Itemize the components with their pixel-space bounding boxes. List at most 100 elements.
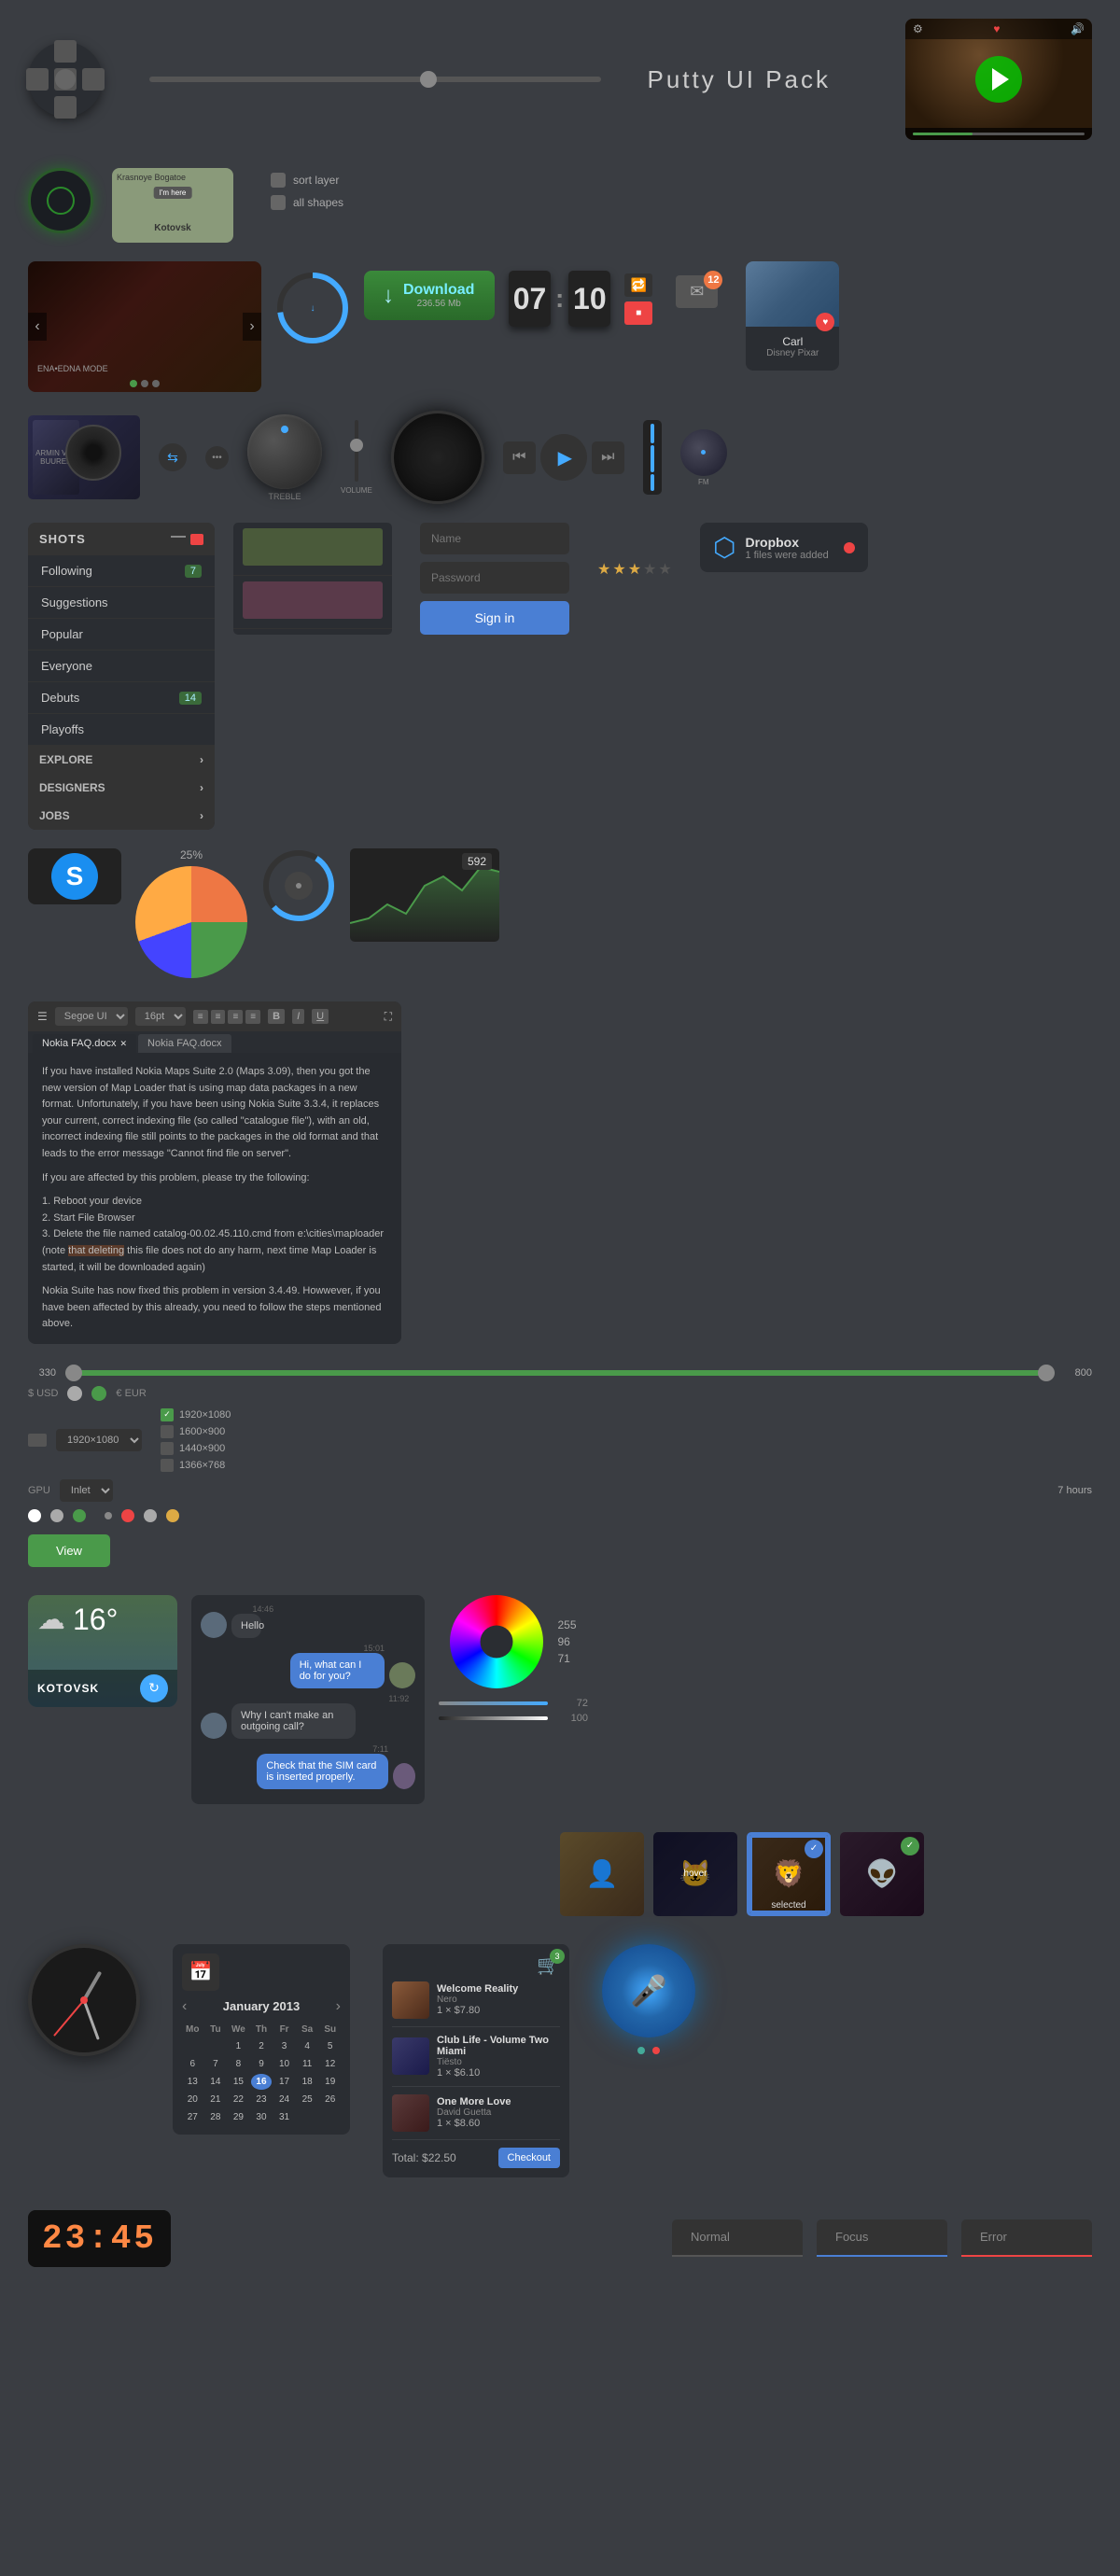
cal-day-11[interactable]: 11 — [297, 2056, 318, 2072]
sidebar-item-suggestions[interactable]: Suggestions — [28, 587, 215, 619]
checkbox-1366[interactable] — [161, 1459, 174, 1472]
star-2[interactable]: ★ — [612, 560, 625, 579]
checkbox-1440[interactable] — [161, 1442, 174, 1455]
video-play-button[interactable] — [975, 56, 1022, 103]
dropbox-close-btn[interactable] — [844, 542, 855, 553]
dpad-widget[interactable] — [28, 42, 103, 117]
menu-close-btn[interactable] — [190, 534, 203, 545]
align-right-btn[interactable]: ≡ — [228, 1010, 243, 1024]
cal-day-29[interactable]: 29 — [228, 2109, 249, 2125]
cal-day-28[interactable]: 28 — [205, 2109, 227, 2125]
profile-heart-btn[interactable]: ♥ — [816, 313, 834, 331]
name-input[interactable] — [420, 523, 569, 554]
font-selector[interactable]: Segoe UI — [55, 1007, 128, 1026]
hamburger-icon[interactable] — [171, 536, 186, 538]
color-dot-red[interactable] — [121, 1509, 134, 1522]
sidebar-item-following[interactable]: Following 7 — [28, 555, 215, 587]
cal-day-30[interactable]: 30 — [251, 2109, 273, 2125]
rewind-button[interactable]: ⏮ — [503, 441, 536, 474]
cal-day-10[interactable]: 10 — [273, 2056, 295, 2072]
video-progress-bar[interactable] — [913, 133, 1085, 135]
align-left-btn[interactable]: ≡ — [193, 1010, 208, 1024]
checkbox-1600[interactable] — [161, 1425, 174, 1438]
dots-button[interactable]: ••• — [205, 446, 229, 469]
scroll-item-3[interactable] — [233, 629, 392, 635]
sidebar-item-debuts[interactable]: Debuts 14 — [28, 682, 215, 714]
range-thumb-left[interactable] — [65, 1365, 82, 1381]
cal-day-15[interactable]: 15 — [228, 2074, 249, 2090]
res-checkbox-4[interactable]: 1366×768 — [161, 1459, 231, 1472]
cal-day-16-today[interactable]: 16 — [251, 2074, 273, 2090]
res-checkbox-1[interactable]: 1920×1080 — [161, 1408, 231, 1421]
cal-day-24[interactable]: 24 — [273, 2092, 295, 2107]
color-dot-yellow[interactable] — [166, 1509, 179, 1522]
cal-day-31[interactable]: 31 — [273, 2109, 295, 2125]
focus-input-field[interactable]: Focus — [817, 2219, 947, 2257]
italic-btn[interactable]: I — [292, 1009, 304, 1024]
cal-day-9[interactable]: 9 — [251, 2056, 273, 2072]
saturation-slider[interactable] — [439, 1701, 548, 1705]
sidebar-item-popular[interactable]: Popular — [28, 619, 215, 651]
color-dot-green[interactable] — [73, 1509, 86, 1522]
volume-icon[interactable]: 🔊 — [1071, 22, 1085, 35]
color-dot-gray[interactable] — [50, 1509, 63, 1522]
swap-button[interactable]: ⇆ — [159, 443, 187, 471]
range-slider-bar[interactable] — [65, 1370, 1055, 1376]
center-knob-widget[interactable] — [261, 848, 336, 923]
cal-prev-btn[interactable]: ‹ — [182, 1998, 187, 2015]
cal-day-12[interactable]: 12 — [319, 2056, 341, 2072]
cal-next-btn[interactable]: › — [336, 1998, 341, 2015]
cal-day-1[interactable]: 1 — [228, 2038, 249, 2054]
currency-toggle-right[interactable] — [91, 1386, 106, 1401]
sort-layer-tool[interactable]: sort layer — [271, 173, 343, 188]
scroll-list[interactable] — [233, 523, 392, 635]
password-input[interactable] — [420, 562, 569, 594]
star-3[interactable]: ★ — [628, 560, 641, 579]
cart-icon-area[interactable]: 🛒 3 — [537, 1953, 560, 1977]
font-size-selector[interactable]: 16pt — [135, 1007, 186, 1026]
range-thumb-right[interactable] — [1038, 1365, 1055, 1381]
scroll-item-1[interactable] — [233, 523, 392, 576]
thumb-item-4[interactable]: 👽 ✓ — [840, 1832, 924, 1916]
fm-knob[interactable] — [680, 429, 727, 476]
volume-thumb[interactable] — [350, 439, 363, 452]
cal-day-25[interactable]: 25 — [297, 2092, 318, 2107]
cal-day-5[interactable]: 5 — [319, 2038, 341, 2054]
cal-day-17[interactable]: 17 — [273, 2074, 295, 2090]
star-1[interactable]: ★ — [597, 560, 610, 579]
color-dot-gray-2[interactable] — [144, 1509, 157, 1522]
cal-day-22[interactable]: 22 — [228, 2092, 249, 2107]
movie-nav-right[interactable]: › — [243, 313, 261, 341]
sidebar-explore[interactable]: EXPLORE › — [28, 746, 215, 774]
underline-btn[interactable]: U — [312, 1009, 329, 1024]
star-4[interactable]: ★ — [643, 560, 656, 579]
cal-day-7[interactable]: 7 — [205, 2056, 227, 2072]
cal-day-3[interactable]: 3 — [273, 2038, 295, 2054]
expand-btn[interactable]: ⛶ — [385, 1010, 392, 1024]
checkout-button[interactable]: Checkout — [498, 2148, 560, 2168]
gear-icon[interactable]: ⚙ — [913, 22, 923, 35]
error-input-field[interactable]: Error — [961, 2219, 1092, 2257]
color-wheel[interactable] — [450, 1595, 543, 1688]
align-center-btn[interactable]: ≡ — [211, 1010, 226, 1024]
treble-knob[interactable] — [247, 414, 322, 489]
star-5[interactable]: ★ — [658, 560, 671, 579]
cal-day-18[interactable]: 18 — [297, 2074, 318, 2090]
forward-button[interactable]: ⏭ — [592, 441, 624, 474]
sidebar-item-playoffs[interactable]: Playoffs — [28, 714, 215, 746]
cal-day-26[interactable]: 26 — [319, 2092, 341, 2107]
view-button[interactable]: View — [28, 1534, 110, 1567]
checkbox-1920[interactable] — [161, 1408, 174, 1421]
tab-nokia-faq-2[interactable]: Nokia FAQ.docx — [138, 1034, 231, 1053]
bold-btn[interactable]: B — [268, 1009, 285, 1024]
map-widget[interactable]: Krasnoye Bogatoe I'm here Kotovsk — [112, 168, 233, 243]
gpu-dropdown[interactable]: Inlet — [60, 1479, 113, 1502]
stop-btn[interactable]: ■ — [624, 301, 652, 325]
movie-nav-left[interactable]: ‹ — [28, 313, 47, 341]
sidebar-designers[interactable]: DESIGNERS › — [28, 774, 215, 802]
main-slider[interactable] — [149, 77, 601, 82]
tab-close-icon[interactable]: ✕ — [119, 1039, 127, 1049]
cal-day-21[interactable]: 21 — [205, 2092, 227, 2107]
cal-day-19[interactable]: 19 — [319, 2074, 341, 2090]
mail-widget[interactable]: ✉ 12 — [676, 275, 718, 308]
